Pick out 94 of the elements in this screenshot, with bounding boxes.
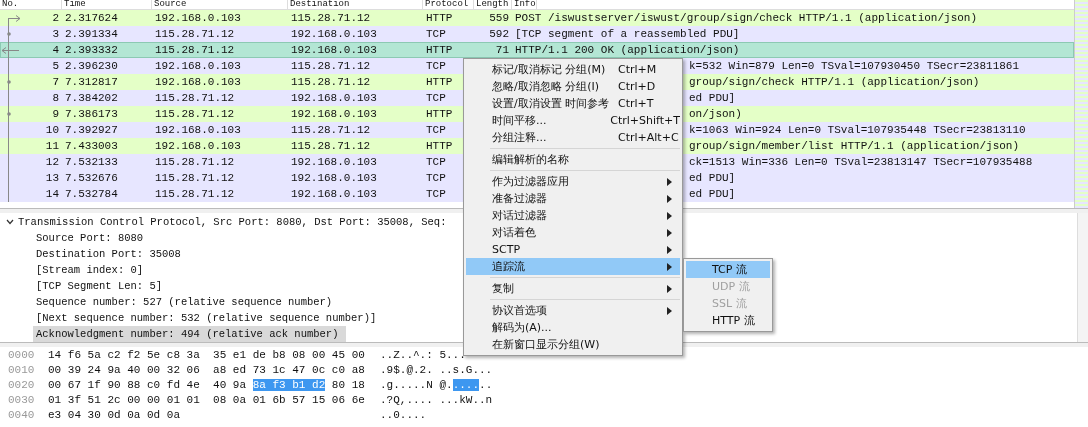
source-cell-text: 115.28.71.12 bbox=[154, 43, 236, 58]
protocol-cell-text: TCP bbox=[425, 187, 447, 202]
info-cell-text: k=532 Win=879 Len=0 TSval=107930450 TSecr=23811861 bbox=[688, 59, 1020, 74]
time-cell-text: 7.386173 bbox=[64, 107, 119, 122]
number-cell-text: 11 bbox=[45, 139, 59, 154]
number-cell-text: 2 bbox=[52, 11, 59, 26]
destination-cell-text: 192.168.0.103 bbox=[290, 107, 378, 122]
info-cell-text: [TCP segment of a reassembled PDU] bbox=[514, 27, 740, 42]
ascii-text: .g.....N @. bbox=[380, 379, 453, 391]
length-cell-text: 592 bbox=[488, 27, 510, 42]
ascii-text: .9$.@.2. ..s.G... bbox=[380, 364, 493, 376]
protocol-cell-text: TCP bbox=[425, 59, 447, 74]
source-cell-text: 115.28.71.12 bbox=[154, 155, 236, 170]
time-cell-text: 7.532676 bbox=[64, 171, 119, 186]
time-cell-text: 7.312817 bbox=[64, 75, 119, 90]
hex-bytes: 00 39 24 9a 40 00 32 06 a8 ed 73 1c 47 0c c0 a8 bbox=[48, 364, 365, 376]
source-cell-text: 192.168.0.103 bbox=[154, 11, 242, 26]
time-cell-text: 7.433003 bbox=[64, 139, 119, 154]
destination-cell-text: 192.168.0.103 bbox=[290, 43, 378, 58]
time-cell-text: 7.384202 bbox=[64, 91, 119, 106]
info-cell-text: on/json) bbox=[688, 107, 742, 122]
destination-cell-text: 192.168.0.103 bbox=[290, 187, 378, 202]
protocol-cell-text: HTTP bbox=[425, 139, 454, 154]
ascii-text: ..0.... bbox=[380, 409, 427, 421]
ascii-text: .. bbox=[479, 379, 493, 391]
number-cell-text: 7 bbox=[52, 75, 59, 90]
number-cell-text: 9 bbox=[52, 107, 59, 122]
hex-bytes: 00 67 1f 90 88 c0 fd 4e 40 9a bbox=[48, 379, 248, 391]
number-cell-text: 14 bbox=[45, 187, 59, 202]
info-cell-text: HTTP/1.1 200 OK (application/json) bbox=[514, 43, 740, 58]
destination-cell-text: 192.168.0.103 bbox=[290, 91, 378, 106]
source-cell-text: 115.28.71.12 bbox=[154, 91, 236, 106]
info-cell-text: POST /iswustserver/iswust/group/sign/check HTTP/1.1 (application/json) bbox=[514, 11, 978, 26]
offset-label: 0010 bbox=[7, 363, 36, 378]
ascii-text: ..Z..^.: 5... bbox=[380, 349, 466, 361]
number-cell-text: 12 bbox=[45, 155, 59, 170]
info-cell-text: group/sign/member/list HTTP/1.1 (application/json) bbox=[688, 139, 1020, 154]
destination-cell-text: 192.168.0.103 bbox=[290, 155, 378, 170]
destination-cell-text: 192.168.0.103 bbox=[290, 27, 378, 42]
source-cell-text: 115.28.71.12 bbox=[154, 107, 236, 122]
protocol-cell-text: HTTP bbox=[425, 107, 454, 122]
source-cell-text: 192.168.0.103 bbox=[154, 139, 242, 154]
protocol-cell-text: TCP bbox=[425, 27, 447, 42]
source-cell-text: 115.28.71.12 bbox=[154, 171, 236, 186]
destination-cell-text: 115.28.71.12 bbox=[290, 59, 372, 74]
time-cell-text: 7.532133 bbox=[64, 155, 119, 170]
info-cell-text: group/sign/check HTTP/1.1 (application/json) bbox=[688, 75, 980, 90]
time-cell-text: 7.392927 bbox=[64, 123, 119, 138]
protocol-cell-text: TCP bbox=[425, 91, 447, 106]
hex-bytes: 14 f6 5a c2 f2 5e c8 3a 35 e1 de b8 08 00 45 00 bbox=[48, 349, 365, 361]
ascii-text: .?Q,.... ...kW..n bbox=[380, 394, 493, 406]
source-cell-text: 192.168.0.103 bbox=[154, 75, 242, 90]
source-cell-text: 115.28.71.12 bbox=[154, 187, 236, 202]
protocol-cell-text: TCP bbox=[425, 155, 447, 170]
info-cell-text: ed PDU] bbox=[688, 91, 736, 106]
destination-cell-text: 115.28.71.12 bbox=[290, 75, 372, 90]
number-cell-text: 3 bbox=[52, 27, 59, 42]
hex-bytes: 01 3f 51 2c 00 00 01 01 08 0a 01 6b 57 15 06 6e bbox=[48, 394, 365, 406]
length-cell-text: 559 bbox=[488, 11, 510, 26]
time-cell-text: 2.391334 bbox=[64, 27, 119, 42]
protocol-cell-text: HTTP bbox=[425, 43, 454, 58]
hex-bytes: 80 18 bbox=[330, 379, 365, 391]
destination-cell-text: 115.28.71.12 bbox=[290, 139, 372, 154]
source-cell-text: 192.168.0.103 bbox=[154, 123, 242, 138]
offset-label: 0000 bbox=[7, 348, 36, 363]
source-cell-text: 192.168.0.103 bbox=[154, 59, 242, 74]
hex-bytes: e3 04 30 0d 0a 0d 0a bbox=[48, 409, 181, 421]
time-cell-text: 2.396230 bbox=[64, 59, 119, 74]
ascii-text: .... bbox=[452, 379, 480, 391]
number-cell-text: 5 bbox=[52, 59, 59, 74]
length-cell-text: 71 bbox=[494, 43, 510, 58]
source-cell-text: 115.28.71.12 bbox=[154, 27, 236, 42]
number-cell-text: 10 bbox=[45, 123, 59, 138]
protocol-cell-text: HTTP bbox=[425, 11, 454, 26]
protocol-cell-text: TCP bbox=[425, 123, 447, 138]
time-cell-text: 7.532784 bbox=[64, 187, 119, 202]
destination-cell-text: 115.28.71.12 bbox=[290, 11, 372, 26]
protocol-cell-text: TCP bbox=[425, 171, 447, 186]
info-cell-text: k=1063 Win=924 Len=0 TSval=107935448 TSecr=23813110 bbox=[688, 123, 1026, 138]
info-cell-text: ed PDU] bbox=[688, 171, 736, 186]
number-cell-text: 4 bbox=[52, 43, 59, 58]
number-cell-text: 13 bbox=[45, 171, 59, 186]
offset-label: 0030 bbox=[7, 393, 36, 408]
offset-label: 0020 bbox=[7, 378, 36, 393]
offset-label: 0040 bbox=[7, 408, 36, 423]
time-cell-text: 2.393332 bbox=[64, 43, 119, 58]
destination-cell-text: 192.168.0.103 bbox=[290, 171, 378, 186]
number-cell-text: 8 bbox=[52, 91, 59, 106]
destination-cell-text: 115.28.71.12 bbox=[290, 123, 372, 138]
hex-bytes: 8a f3 b1 d2 bbox=[252, 379, 326, 391]
time-cell-text: 2.317624 bbox=[64, 11, 119, 26]
info-cell-text: ck=1513 Win=336 Len=0 TSval=23813147 TSecr=107935488 bbox=[688, 155, 1033, 170]
protocol-cell-text: HTTP bbox=[425, 75, 454, 90]
info-cell-text: ed PDU] bbox=[688, 187, 736, 202]
